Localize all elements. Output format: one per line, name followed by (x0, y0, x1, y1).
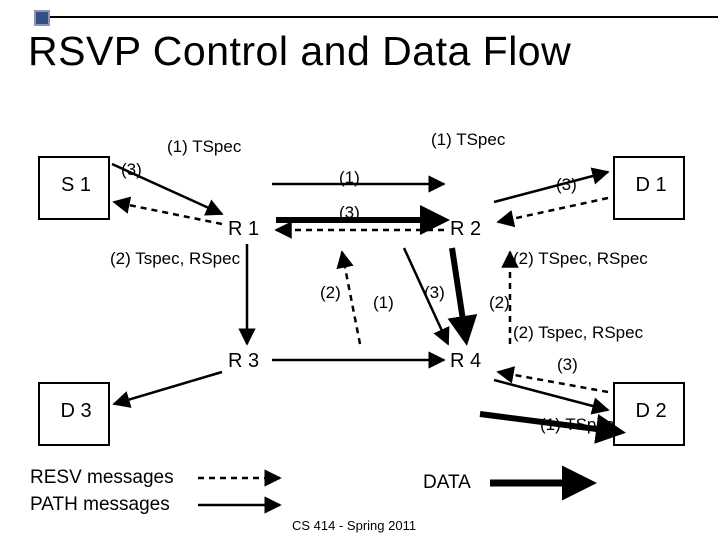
label-n3-s1: (3) (121, 160, 142, 180)
label-d1: D 1 (631, 174, 671, 197)
arrow-overlay (0, 0, 720, 540)
arrow-resv-r4-r2-a (342, 252, 360, 344)
label-r4: R 4 (450, 350, 481, 373)
label-r3: R 3 (228, 350, 259, 373)
legend-data-label: DATA (423, 472, 471, 494)
label-d3: D 3 (56, 400, 96, 423)
arrow-data-r2-r4 (452, 248, 466, 340)
arrow-path-r3-d3 (114, 372, 222, 404)
arrow-resv-d1-r2 (498, 198, 608, 222)
label-tspec-rspec-right-mid: (2) Tspec, RSpec (513, 323, 643, 343)
arrow-path-r2-d1 (494, 172, 608, 202)
label-tspec-rspec-left: (2) Tspec, RSpec (110, 249, 240, 269)
label-tspec-rspec-right-top: (2) TSpec, RSpec (513, 249, 648, 269)
title-bullet (34, 10, 50, 26)
footer-text: CS 414 - Spring 2011 (292, 518, 416, 533)
diagram-stage: RSVP Control and Data Flow S 1 D 1 D 2 D… (0, 0, 720, 540)
label-n2-mid: (2) (320, 283, 341, 303)
page-title: RSVP Control and Data Flow (28, 28, 571, 75)
label-s1: S 1 (56, 174, 96, 197)
title-rule (50, 16, 718, 18)
label-n3-right: (3) (556, 175, 577, 195)
label-n3-r4: (3) (557, 355, 578, 375)
legend-path-label: PATH messages (30, 494, 170, 516)
label-tspec-near-d2: (1) TSpec (540, 415, 614, 435)
label-n3-low: (3) (424, 283, 445, 303)
label-n1-mid: (1) (339, 168, 360, 188)
legend-resv-label: RESV messages (30, 467, 174, 489)
label-tspec-top-left: (1) TSpec (167, 137, 241, 157)
label-n3-mid: (3) (339, 203, 360, 223)
label-n2-low: (2) (489, 293, 510, 313)
label-r2: R 2 (450, 218, 481, 241)
arrow-resv-d2-r4 (498, 372, 608, 392)
arrow-path-r4-d2 (494, 380, 608, 410)
arrow-resv-r1-s1 (114, 202, 222, 224)
label-n1-low: (1) (373, 293, 394, 313)
label-d2: D 2 (631, 400, 671, 423)
label-r1: R 1 (228, 218, 259, 241)
label-tspec-top-right: (1) TSpec (431, 130, 505, 150)
